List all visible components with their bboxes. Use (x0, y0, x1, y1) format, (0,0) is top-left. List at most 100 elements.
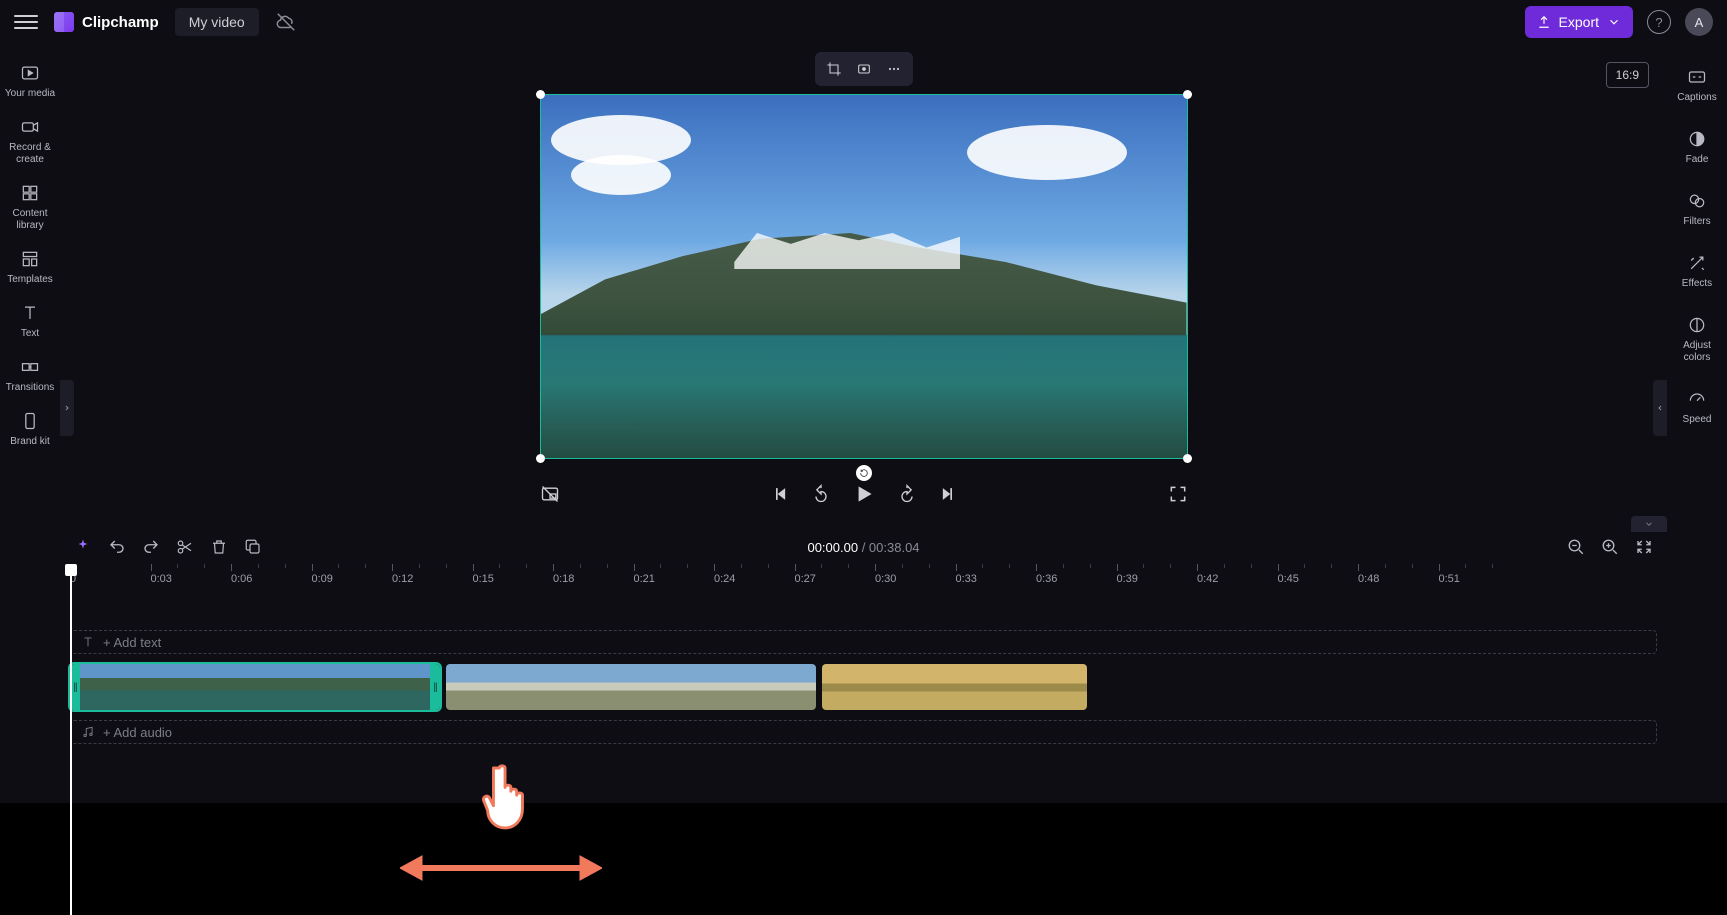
copy-icon (244, 538, 262, 556)
rotate-icon (859, 468, 869, 478)
skip-back-icon (771, 484, 791, 504)
sidebar-item-record-create[interactable]: Record & create (0, 108, 60, 174)
ruler-tick: 0:06 (231, 564, 252, 588)
left-sidebar: Your media Record & create Content libra… (0, 44, 60, 915)
sidebar-item-your-media[interactable]: Your media (0, 54, 60, 108)
timeline-ruler[interactable]: 00:030:060:090:120:150:180:210:240:270:3… (70, 564, 1657, 588)
undo-button[interactable] (108, 538, 126, 556)
fullscreen-icon (1168, 484, 1188, 504)
transitions-icon (19, 356, 41, 378)
sidebar-item-brand-kit[interactable]: Brand kit (0, 402, 60, 456)
sidebar-item-filters[interactable]: Filters (1667, 182, 1727, 236)
clip-3[interactable] (822, 664, 1087, 710)
detach-audio-button[interactable] (540, 484, 560, 504)
zoom-in-button[interactable] (1601, 538, 1619, 556)
redo-icon (142, 538, 160, 556)
ruler-tick: 0:39 (1117, 564, 1138, 588)
ruler-tick: 0:15 (473, 564, 494, 588)
top-bar: Clipchamp My video Export ? A (0, 0, 1727, 44)
sidebar-item-captions[interactable]: Captions (1667, 58, 1727, 112)
resize-handle-br[interactable] (1183, 454, 1192, 463)
project-title[interactable]: My video (175, 8, 259, 36)
play-button[interactable] (851, 481, 877, 507)
timeline-toolbar: 00:00.00 / 00:38.04 (60, 530, 1667, 564)
ruler-tick: 0:45 (1278, 564, 1299, 588)
more-canvas-button[interactable] (879, 56, 909, 82)
user-avatar[interactable]: A (1685, 8, 1713, 36)
forward-icon (897, 484, 917, 504)
app-logo[interactable]: Clipchamp (54, 12, 159, 32)
timeline-timecode: 00:00.00 / 00:38.04 (807, 540, 919, 555)
music-note-icon (81, 725, 95, 739)
delete-button[interactable] (210, 538, 228, 556)
menu-button[interactable] (14, 10, 38, 34)
ruler-tick: 0:27 (795, 564, 816, 588)
resize-handle-tr[interactable] (1183, 90, 1192, 99)
clip-2[interactable] (446, 664, 816, 710)
trash-icon (210, 538, 228, 556)
duplicate-button[interactable] (244, 538, 262, 556)
ruler-tick: 0:09 (312, 564, 333, 588)
sidebar-item-effects[interactable]: Effects (1667, 244, 1727, 298)
skip-end-button[interactable] (937, 484, 957, 504)
clip-1[interactable]: || || (70, 664, 440, 710)
sidebar-item-speed[interactable]: Speed (1667, 380, 1727, 434)
right-sidebar: Captions Fade Filters Effects Adjust col… (1667, 44, 1727, 434)
scene-cloud (571, 155, 671, 195)
fit-button[interactable] (849, 56, 879, 82)
library-icon (19, 182, 41, 204)
scene-cloud (967, 125, 1127, 180)
ai-sparkle-button[interactable] (74, 538, 92, 556)
sidebar-item-adjust-colors[interactable]: Adjust colors (1667, 306, 1727, 372)
redo-button[interactable] (142, 538, 160, 556)
undo-icon (108, 538, 126, 556)
sidebar-item-fade[interactable]: Fade (1667, 120, 1727, 174)
playhead[interactable] (70, 570, 72, 915)
ruler-tick: 0:51 (1439, 564, 1460, 588)
rewind-button[interactable] (811, 484, 831, 504)
ruler-tick: 0:48 (1358, 564, 1379, 588)
rotate-handle[interactable] (856, 465, 872, 481)
text-icon (81, 635, 95, 649)
ruler-tick: 0:18 (553, 564, 574, 588)
cloud-sync-off-icon[interactable] (275, 11, 297, 33)
current-time: 00:00.00 (807, 540, 858, 555)
adjust-colors-icon (1686, 314, 1708, 336)
sidebar-item-content-library[interactable]: Content library (0, 174, 60, 240)
preview-canvas[interactable] (540, 94, 1188, 459)
audio-lane[interactable]: + Add audio (70, 720, 1657, 744)
resize-handle-bl[interactable] (536, 454, 545, 463)
playback-controls (540, 481, 1188, 507)
minimize-icon (1635, 538, 1653, 556)
resize-handle-tl[interactable] (536, 90, 545, 99)
templates-icon (19, 248, 41, 270)
brand-icon (19, 410, 41, 432)
export-label: Export (1559, 14, 1599, 30)
chevron-down-icon (1607, 15, 1621, 29)
fullscreen-button[interactable] (1168, 484, 1188, 504)
help-button[interactable]: ? (1647, 10, 1671, 34)
sidebar-item-text[interactable]: Text (0, 294, 60, 348)
aspect-ratio-button[interactable]: 16:9 (1606, 62, 1649, 88)
ruler-tick: 0:33 (956, 564, 977, 588)
skip-start-button[interactable] (771, 484, 791, 504)
crop-icon (826, 61, 842, 77)
fit-timeline-button[interactable] (1635, 538, 1653, 556)
tutorial-hand-cursor-icon (478, 762, 536, 832)
fit-icon (856, 61, 872, 77)
clip-trim-right[interactable]: || (430, 664, 440, 710)
crop-button[interactable] (819, 56, 849, 82)
picture-in-picture-icon (540, 484, 560, 504)
chevron-down-icon (1643, 519, 1655, 529)
more-horizontal-icon (886, 61, 902, 77)
sidebar-item-templates[interactable]: Templates (0, 240, 60, 294)
zoom-out-button[interactable] (1567, 538, 1585, 556)
total-time: 00:38.04 (869, 540, 920, 555)
sidebar-item-transitions[interactable]: Transitions (0, 348, 60, 402)
export-button[interactable]: Export (1525, 6, 1633, 38)
text-lane[interactable]: + Add text (70, 630, 1657, 654)
scissors-icon (176, 538, 194, 556)
split-button[interactable] (176, 538, 194, 556)
letterbox-bottom (0, 803, 1727, 915)
forward-button[interactable] (897, 484, 917, 504)
